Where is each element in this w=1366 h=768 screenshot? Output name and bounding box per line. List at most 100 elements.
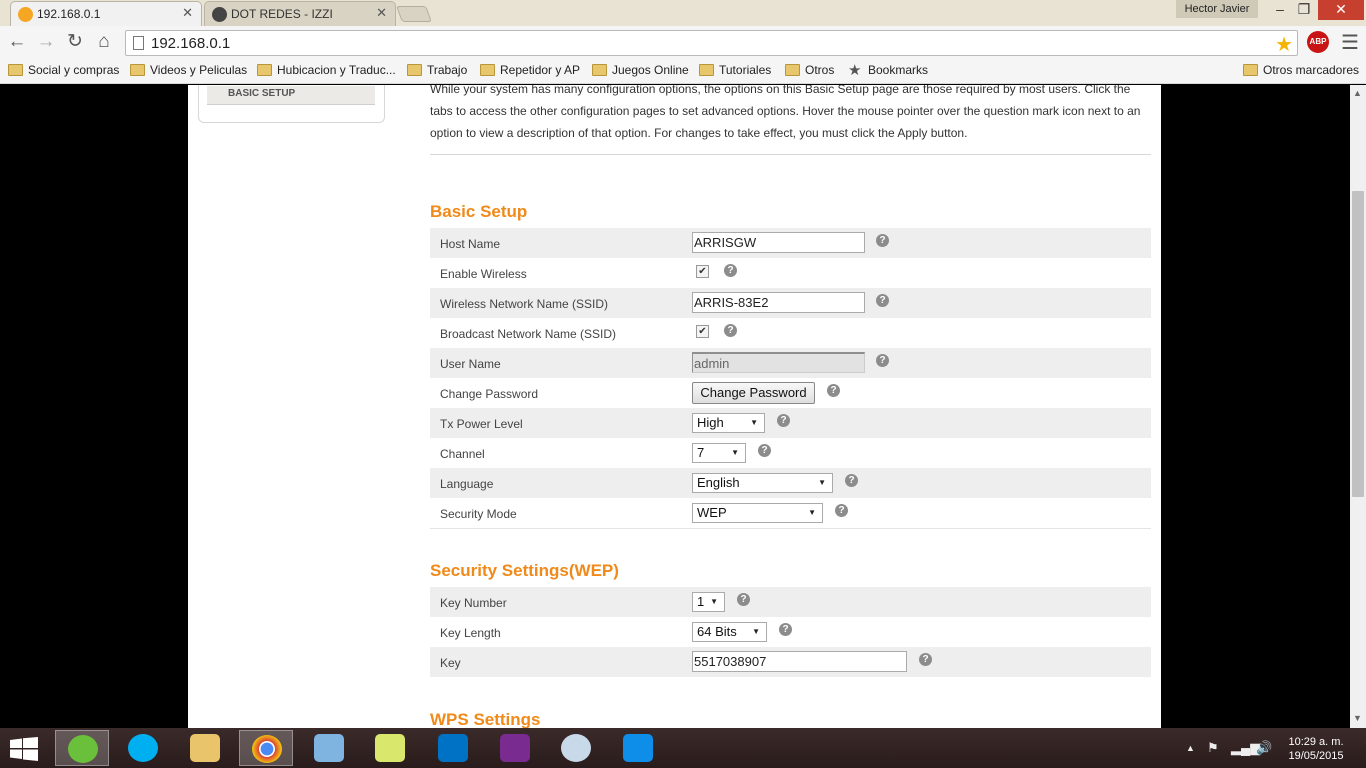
bookmark-folder[interactable]: Videos y Peliculas (130, 63, 247, 77)
help-icon[interactable]: ? (845, 474, 858, 487)
bookmark-folder[interactable]: Tutoriales (699, 63, 771, 77)
taskbar-app-chrome[interactable] (239, 730, 293, 766)
close-tab-icon[interactable]: ✕ (182, 5, 193, 21)
taskbar-app-file-explorer[interactable] (178, 730, 232, 766)
security-mode-label: Security Mode (440, 507, 517, 521)
bookmark-folder[interactable]: Social y compras (8, 63, 119, 77)
key-row: Key 5517038907 ? (430, 647, 1151, 677)
bookmark-folder[interactable]: Otros (785, 63, 834, 77)
new-tab-button[interactable] (396, 6, 432, 22)
tab-title: 192.168.0.1 (37, 7, 101, 21)
key-number-row: Key Number 1 ? (430, 587, 1151, 617)
teamviewer-icon (623, 734, 653, 762)
scroll-thumb[interactable] (1352, 191, 1364, 497)
bookmark-folder[interactable]: Juegos Online (592, 63, 689, 77)
help-icon[interactable]: ? (827, 384, 840, 397)
menu-icon[interactable]: ☰ (1341, 30, 1359, 55)
onenote-icon (500, 734, 530, 762)
tx-power-select[interactable]: High (692, 413, 765, 433)
help-icon[interactable]: ? (737, 593, 750, 606)
page-scrollbar[interactable]: ▲ ▼ (1350, 85, 1366, 728)
security-mode-select[interactable]: WEP (692, 503, 823, 523)
scroll-up-icon[interactable]: ▲ (1353, 88, 1362, 98)
key-length-select[interactable]: 64 Bits (692, 622, 767, 642)
language-select[interactable]: English (692, 473, 833, 493)
router-favicon-icon (18, 7, 33, 22)
browser-chrome: 192.168.0.1 ✕ DOT REDES - IZZI ✕ Hector … (0, 0, 1366, 84)
change-password-button[interactable]: Change Password (692, 382, 815, 404)
folder-icon (257, 64, 272, 76)
close-window-icon[interactable]: ✕ (1318, 0, 1364, 20)
page-viewport: BASIC SETUP While your system has many c… (0, 85, 1350, 728)
bookmark-folder[interactable]: Hubicacion y Traduc... (257, 63, 396, 77)
reload-icon[interactable]: ↻ (64, 31, 86, 53)
side-nav: BASIC SETUP (198, 85, 385, 123)
tab-router[interactable]: 192.168.0.1 ✕ (10, 1, 202, 26)
taskbar-app-network-monitor[interactable] (302, 730, 356, 766)
system-clock[interactable]: 10:29 a. m. 19/05/2015 (1276, 735, 1356, 763)
bookmark-folder[interactable]: Repetidor y AP (480, 63, 580, 77)
taskbar-app-utorrent[interactable] (55, 730, 109, 766)
ssid-input[interactable]: ARRIS-83E2 (692, 292, 865, 313)
home-icon[interactable]: ⌂ (93, 31, 115, 53)
taskbar-app-skype[interactable] (116, 730, 170, 766)
basic-setup-title: Basic Setup (430, 202, 528, 221)
show-hidden-icons-icon[interactable]: ▲ (1186, 743, 1195, 753)
help-icon[interactable]: ? (919, 653, 932, 666)
divider (430, 154, 1151, 155)
change-password-label: Change Password (440, 387, 539, 401)
user-name-input: admin (692, 352, 865, 373)
help-icon[interactable]: ? (876, 234, 889, 247)
minimize-icon[interactable]: – (1268, 0, 1292, 20)
help-icon[interactable]: ? (724, 324, 737, 337)
help-icon[interactable]: ? (724, 264, 737, 277)
nav-basic-setup[interactable]: BASIC SETUP (207, 86, 375, 105)
channel-row: Channel 7 ? (430, 438, 1151, 468)
profile-button[interactable]: Hector Javier (1176, 0, 1258, 18)
bookmark-folder[interactable]: Trabajo (407, 63, 467, 77)
host-name-input[interactable]: ARRISGW (692, 232, 865, 253)
help-icon[interactable]: ? (876, 294, 889, 307)
taskbar-app-teamviewer[interactable] (611, 730, 665, 766)
action-center-flag-icon[interactable]: ⚑ (1207, 740, 1219, 756)
channel-select[interactable]: 7 (692, 443, 746, 463)
tab-dot-redes[interactable]: DOT REDES - IZZI ✕ (204, 1, 396, 26)
enable-wireless-checkbox[interactable]: ✔ (696, 265, 709, 278)
security-settings-title: Security Settings(WEP) (430, 561, 619, 580)
language-row: Language English ? (430, 468, 1151, 498)
key-length-row: Key Length 64 Bits ? (430, 617, 1151, 647)
broadcast-ssid-checkbox[interactable]: ✔ (696, 325, 709, 338)
taskbar-app-onenote[interactable] (488, 730, 542, 766)
taskbar-app-paint[interactable] (549, 730, 603, 766)
maximize-icon[interactable]: ❐ (1292, 0, 1316, 20)
channel-label: Channel (440, 447, 485, 461)
help-icon[interactable]: ? (777, 414, 790, 427)
taskbar-app-sticky-notes[interactable] (363, 730, 417, 766)
key-number-select[interactable]: 1 (692, 592, 725, 612)
volume-icon[interactable]: 🔊 (1256, 740, 1272, 756)
paint-icon (561, 734, 591, 762)
help-icon[interactable]: ? (835, 504, 848, 517)
host-name-label: Host Name (440, 237, 501, 251)
adblock-plus-icon[interactable]: ABP (1307, 31, 1329, 53)
bookmarks-link[interactable]: ★ Bookmarks (848, 62, 928, 79)
help-icon[interactable]: ? (876, 354, 889, 367)
close-tab-icon[interactable]: ✕ (376, 5, 387, 21)
wps-settings-title: WPS Settings (430, 710, 541, 728)
taskbar-app-outlook[interactable] (426, 730, 480, 766)
file-explorer-icon (190, 734, 220, 762)
bookmark-star-icon[interactable]: ★ (1275, 32, 1293, 57)
key-input[interactable]: 5517038907 (692, 651, 907, 672)
help-icon[interactable]: ? (758, 444, 771, 457)
windows-start-icon[interactable] (10, 737, 38, 761)
enable-wireless-row: Enable Wireless ✔ ? (430, 258, 1151, 288)
help-icon[interactable]: ? (779, 623, 792, 636)
back-icon[interactable]: ← (6, 31, 28, 53)
address-bar[interactable]: 192.168.0.1 ★ (125, 30, 1298, 56)
chrome-icon (252, 735, 282, 763)
forward-icon[interactable]: → (35, 31, 57, 53)
host-name-row: Host Name ARRISGW ? (430, 228, 1151, 258)
other-bookmarks-folder[interactable]: Otros marcadores (1243, 63, 1359, 77)
user-name-label: User Name (440, 357, 501, 371)
scroll-down-icon[interactable]: ▼ (1353, 713, 1362, 723)
